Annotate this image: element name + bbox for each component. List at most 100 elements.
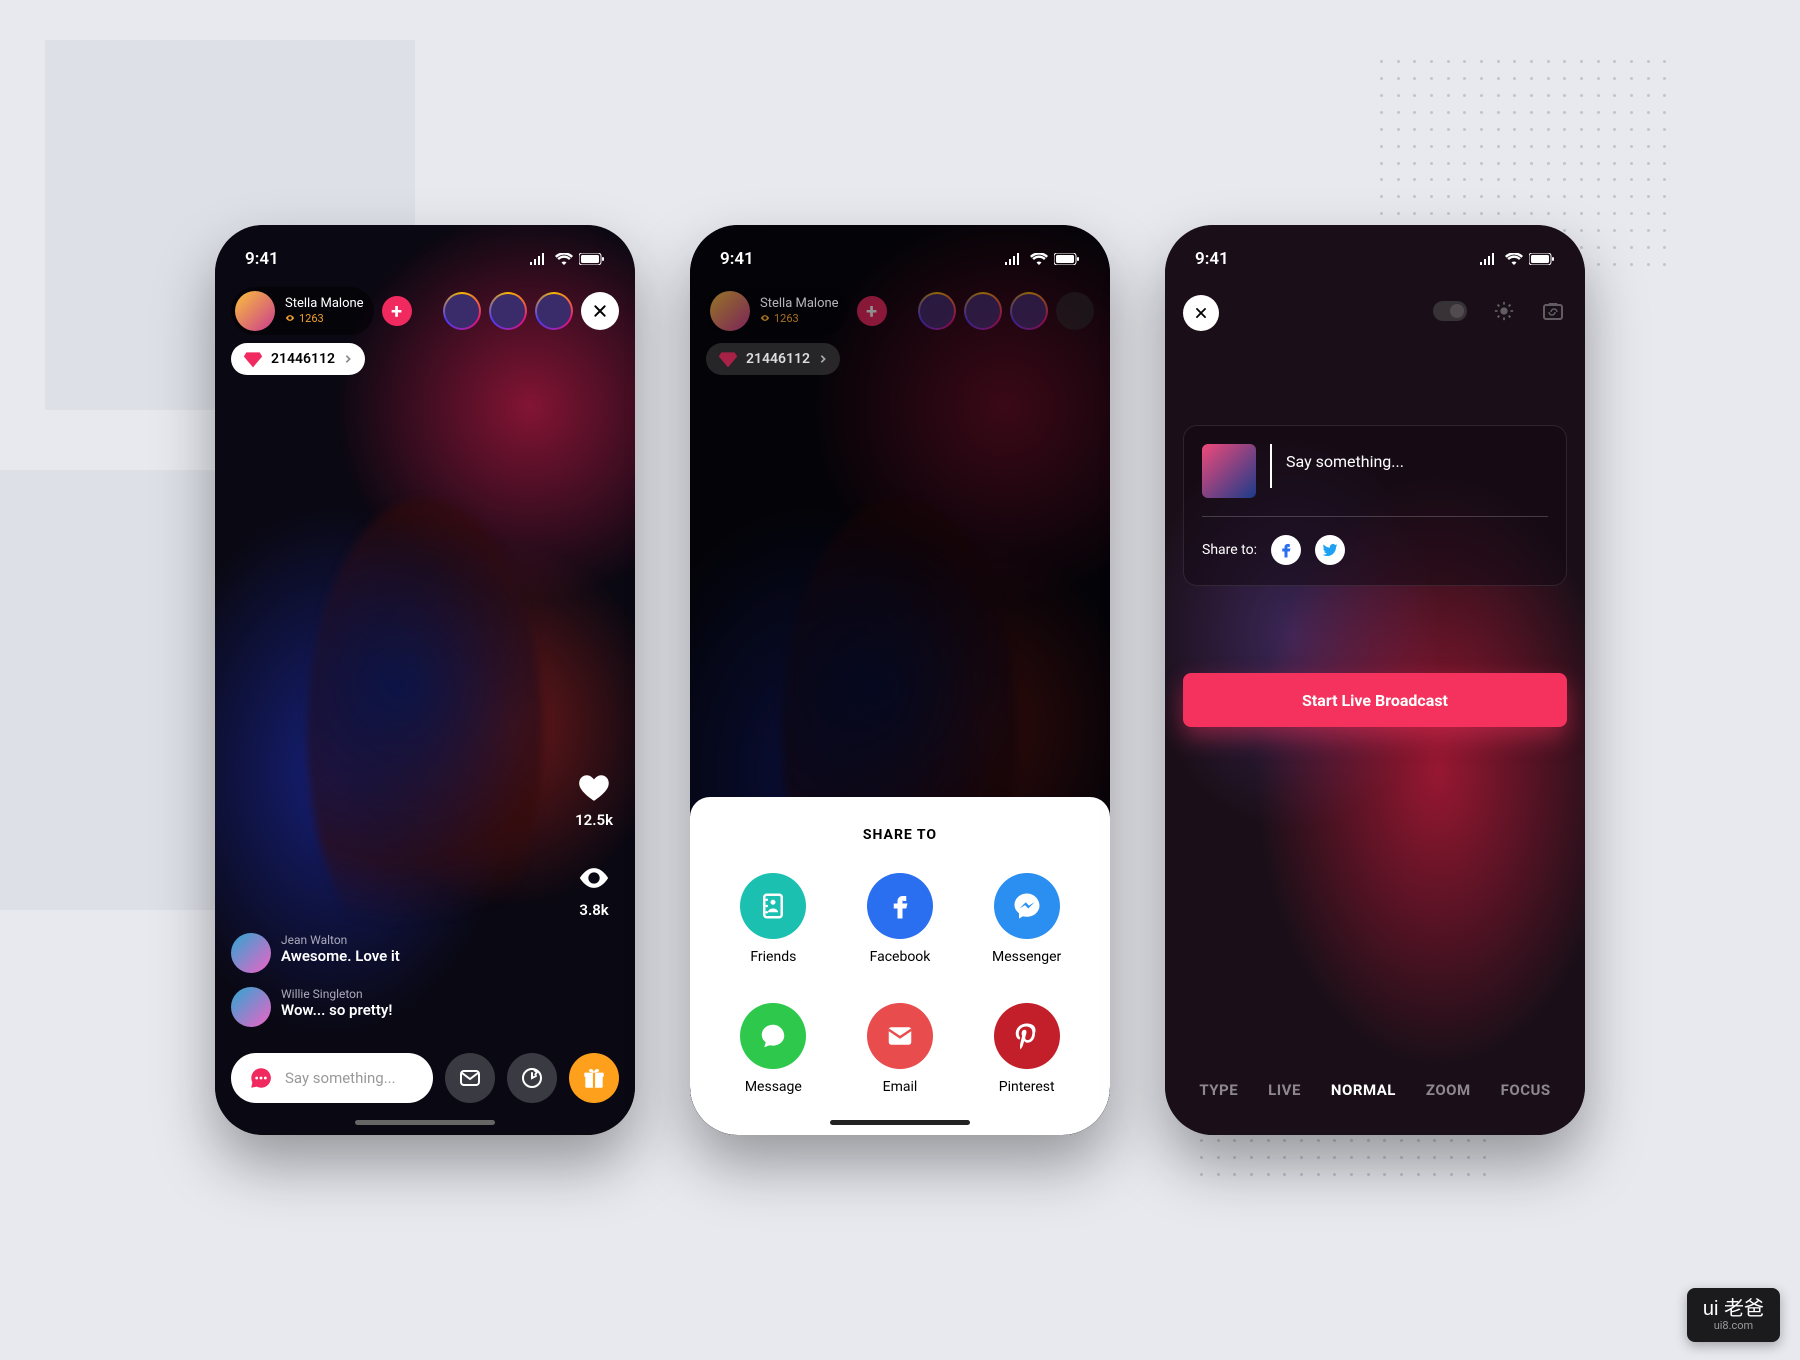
gem-icon bbox=[718, 349, 738, 369]
battery-icon bbox=[579, 253, 605, 265]
close-icon bbox=[1194, 306, 1208, 320]
watermark: ui 老爸 ui8.com bbox=[1687, 1288, 1780, 1342]
chat-icon bbox=[247, 1064, 275, 1092]
share-button[interactable] bbox=[507, 1053, 557, 1103]
friends-icon bbox=[758, 891, 788, 921]
streamer-name: Stella Malone bbox=[285, 297, 364, 311]
cover-thumbnail[interactable] bbox=[1202, 444, 1256, 498]
chevron-right-icon bbox=[818, 353, 828, 365]
viewer-avatar[interactable] bbox=[535, 292, 573, 330]
viewer-avatar[interactable] bbox=[489, 292, 527, 330]
share-twitter[interactable] bbox=[1315, 535, 1345, 565]
battery-icon bbox=[1054, 253, 1080, 265]
commenter-avatar[interactable] bbox=[231, 933, 271, 973]
status-time: 9:41 bbox=[245, 249, 279, 269]
status-bar: 9:41 bbox=[690, 225, 1110, 279]
viewer-avatar[interactable] bbox=[918, 292, 956, 330]
close-button[interactable] bbox=[1056, 292, 1094, 330]
comment-input[interactable]: Say something... bbox=[231, 1053, 433, 1103]
phone-broadcast-setup: 9:41 Say something... bbox=[1165, 225, 1585, 1135]
flash-toggle-icon[interactable] bbox=[1433, 301, 1467, 321]
share-option-messenger[interactable]: Messenger bbox=[973, 873, 1080, 965]
close-button[interactable] bbox=[1183, 295, 1219, 331]
status-time: 9:41 bbox=[1195, 249, 1229, 269]
close-icon bbox=[592, 303, 608, 319]
gems-pill[interactable]: 21446112 bbox=[231, 343, 365, 375]
title-input[interactable]: Say something... bbox=[1286, 444, 1404, 471]
share-option-friends[interactable]: Friends bbox=[720, 873, 827, 965]
eye-icon bbox=[760, 313, 770, 323]
viewer-avatar[interactable] bbox=[443, 292, 481, 330]
email-icon bbox=[885, 1021, 915, 1051]
share-option-email[interactable]: Email bbox=[847, 1003, 954, 1095]
wifi-icon bbox=[1505, 253, 1523, 265]
home-indicator[interactable] bbox=[830, 1120, 970, 1125]
gems-pill[interactable]: 21446112 bbox=[706, 343, 840, 375]
commenter-avatar[interactable] bbox=[231, 987, 271, 1027]
inbox-button[interactable] bbox=[445, 1053, 495, 1103]
status-bar: 9:41 bbox=[1165, 225, 1585, 279]
chevron-right-icon bbox=[343, 353, 353, 365]
home-indicator[interactable] bbox=[355, 1120, 495, 1125]
follow-button[interactable]: + bbox=[857, 296, 887, 326]
status-time: 9:41 bbox=[720, 249, 754, 269]
like-button[interactable]: 12.5k bbox=[575, 771, 613, 829]
cursor-line bbox=[1270, 444, 1272, 488]
share-facebook[interactable] bbox=[1271, 535, 1301, 565]
divider bbox=[1202, 516, 1548, 517]
share-sheet-title: SHARE TO bbox=[720, 827, 1080, 843]
battery-icon bbox=[1529, 253, 1555, 265]
streamer-avatar bbox=[710, 291, 750, 331]
streamer-viewers: 1263 bbox=[285, 312, 364, 325]
mode-normal[interactable]: NORMAL bbox=[1331, 1081, 1396, 1099]
eye-icon bbox=[577, 861, 611, 895]
mode-selector[interactable]: TYPE LIVE NORMAL ZOOM FOCUS bbox=[1165, 1081, 1585, 1099]
mail-icon bbox=[458, 1066, 482, 1090]
twitter-icon bbox=[1321, 541, 1339, 559]
streamer-chip[interactable]: Stella Malone 1263 bbox=[706, 287, 849, 335]
heart-icon bbox=[577, 771, 611, 805]
streamer-avatar bbox=[235, 291, 275, 331]
comment-placeholder: Say something... bbox=[285, 1069, 396, 1087]
streamer-chip[interactable]: Stella Malone 1263 bbox=[231, 287, 374, 335]
share-to-label: Share to: bbox=[1202, 542, 1257, 558]
pinterest-icon bbox=[1012, 1021, 1042, 1051]
mode-live[interactable]: LIVE bbox=[1268, 1081, 1301, 1099]
share-icon bbox=[520, 1066, 544, 1090]
status-bar: 9:41 bbox=[215, 225, 635, 279]
viewer-avatar[interactable] bbox=[964, 292, 1002, 330]
commenter-name: Jean Walton bbox=[281, 933, 400, 947]
share-option-message[interactable]: Message bbox=[720, 1003, 827, 1095]
phone-share-sheet: 9:41 Stella Malone 1263 bbox=[690, 225, 1110, 1135]
mode-zoom[interactable]: ZOOM bbox=[1426, 1081, 1471, 1099]
cellular-icon bbox=[529, 253, 549, 265]
gem-icon bbox=[243, 349, 263, 369]
close-button[interactable] bbox=[581, 292, 619, 330]
mode-type[interactable]: TYPE bbox=[1199, 1081, 1238, 1099]
phone-live-view: 9:41 Stella Malone 1263 bbox=[215, 225, 635, 1135]
watching-count[interactable]: 3.8k bbox=[577, 861, 611, 919]
share-option-facebook[interactable]: Facebook bbox=[847, 873, 954, 965]
cellular-icon bbox=[1479, 253, 1499, 265]
facebook-icon bbox=[885, 891, 915, 921]
comment-text: Wow... so pretty! bbox=[281, 1001, 392, 1019]
brightness-icon[interactable] bbox=[1493, 300, 1515, 322]
like-count: 12.5k bbox=[575, 811, 613, 829]
share-option-pinterest[interactable]: Pinterest bbox=[973, 1003, 1080, 1095]
wifi-icon bbox=[1030, 253, 1048, 265]
viewer-avatar[interactable] bbox=[1010, 292, 1048, 330]
gift-button[interactable] bbox=[569, 1053, 619, 1103]
start-broadcast-button[interactable]: Start Live Broadcast bbox=[1183, 673, 1567, 727]
eye-icon bbox=[285, 313, 295, 323]
switch-camera-icon[interactable] bbox=[1541, 299, 1565, 323]
comment-item: Willie Singleton Wow... so pretty! bbox=[231, 987, 515, 1027]
mode-focus[interactable]: FOCUS bbox=[1501, 1081, 1551, 1099]
message-icon bbox=[758, 1021, 788, 1051]
follow-button[interactable]: + bbox=[382, 296, 412, 326]
comment-item: Jean Walton Awesome. Love it bbox=[231, 933, 515, 973]
commenter-name: Willie Singleton bbox=[281, 987, 392, 1001]
cellular-icon bbox=[1004, 253, 1024, 265]
share-sheet: SHARE TO Friends Facebook Messenger bbox=[690, 797, 1110, 1135]
streamer-name: Stella Malone bbox=[760, 297, 839, 311]
wifi-icon bbox=[555, 253, 573, 265]
